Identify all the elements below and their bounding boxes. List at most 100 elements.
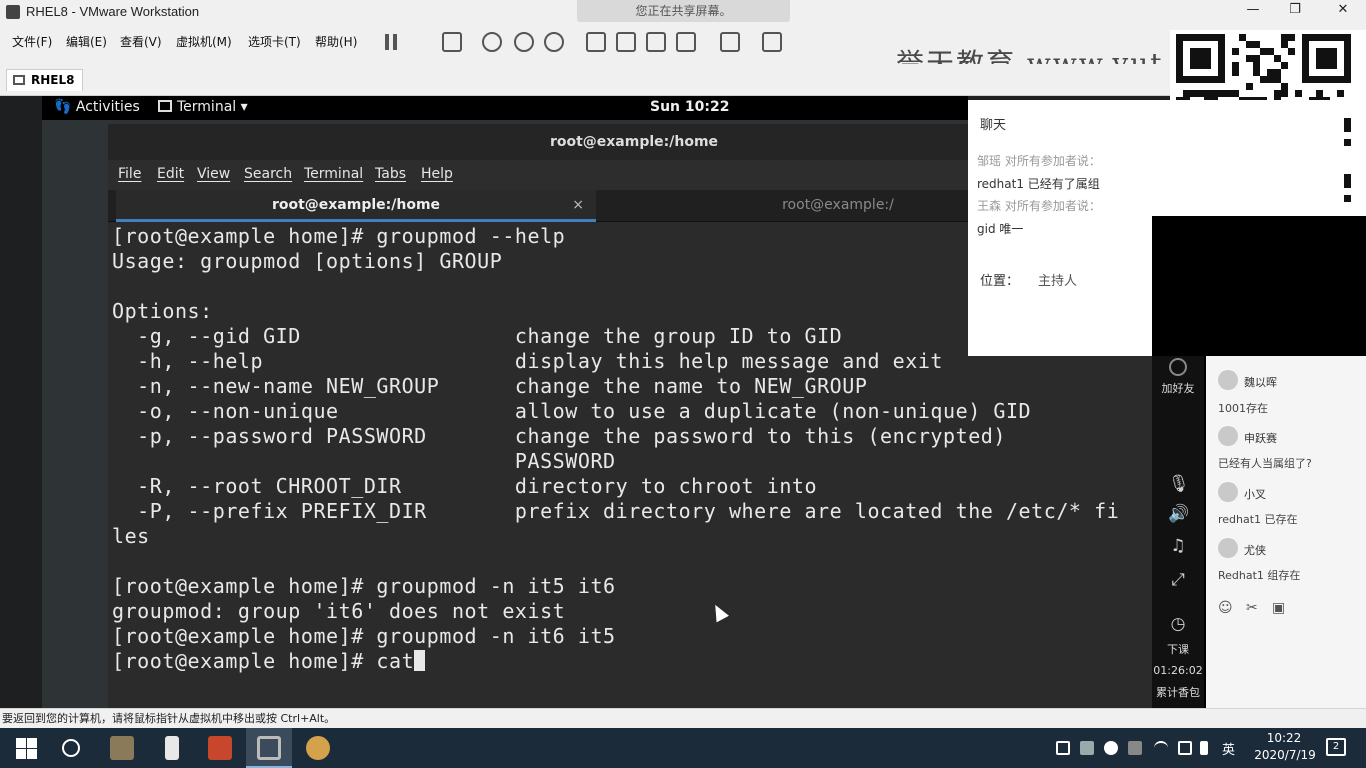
clock-icon: ◷ [1170,614,1186,634]
menu-file[interactable]: 文件(F) [12,33,52,50]
speaker-icon[interactable]: 🔊 [1168,504,1189,524]
input-method-indicator[interactable]: 英 [1222,739,1235,758]
activities-button[interactable]: 👣 Activities [54,99,140,115]
unity-icon[interactable] [676,32,696,52]
status-hint: 要返回到您的计算机，请将鼠标指针从虚拟机中移出或按 Ctrl+Alt。 [2,712,336,725]
terminal-menu-view[interactable]: View [197,166,230,182]
comment-text: 1001存在 [1218,402,1268,415]
gnome-clock[interactable]: Sun 10:22 [650,99,729,115]
emoji-icon[interactable]: ☺ [1218,600,1233,616]
terminal-menu-file[interactable]: File [118,166,141,182]
snapshot-manager-icon[interactable] [544,32,564,52]
app-menu-label: Terminal ▾ [177,99,248,115]
app-icon-1[interactable] [110,736,134,760]
vm-tab-label: RHEL8 [31,73,75,87]
fit-guest-icon[interactable] [646,32,666,52]
send-keys-icon[interactable] [442,32,462,52]
revert-snapshot-icon[interactable] [514,32,534,52]
terminal-tab-label: root@example:/home [271,197,441,213]
terminal-menu-help[interactable]: Help [421,166,453,182]
document-icon[interactable] [165,736,179,760]
snapshot-icon[interactable] [482,32,502,52]
comment-text: Redhat1 组存在 [1218,569,1301,582]
wifi-icon[interactable] [1154,741,1168,755]
volume-icon[interactable] [1200,741,1208,755]
minimize-button[interactable]: — [1244,2,1262,20]
terminal-line: [root@example home]# groupmod -n it6 it5 [112,624,616,648]
app-menu-terminal[interactable]: Terminal ▾ [158,99,248,115]
tray-icon[interactable] [1080,741,1094,755]
live-controls-column: 加好友 🎙 🔊 ♫ ⤢ ◷ 下课 01:26:02 累计香包 [1152,356,1204,708]
gnome-topbar: 👣 Activities Terminal ▾ Sun 10:22 [42,96,968,120]
fullscreen-icon[interactable]: ⤢ [1168,570,1188,590]
powerpoint-icon[interactable] [208,736,232,760]
sidebar-toggle-icon[interactable] [586,32,606,52]
windows-taskbar: 英 10:22 2020/7/19 2 [0,728,1366,768]
position-select[interactable]: 主持人 [1038,270,1077,289]
comment-author: 魏以晖 [1244,376,1277,389]
menu-tabs[interactable]: 选项卡(T) [248,33,301,50]
close-button[interactable]: ✕ [1334,2,1352,20]
terminal-line: -o, --non-unique allow to use a duplicat… [112,399,1032,423]
paint-icon[interactable] [306,736,330,760]
vmware-tabbar: RHEL8 [0,64,1366,96]
microphone-icon[interactable]: 🎙 [1168,474,1190,494]
fullscreen-icon[interactable] [762,32,782,52]
vmware-taskbar-icon[interactable] [257,736,281,760]
terminal-line: -P, --prefix PREFIX_DIR prefix directory… [112,499,1120,523]
vm-tab-rhel8[interactable]: RHEL8 [6,69,84,91]
search-icon[interactable] [62,739,80,757]
console-icon[interactable] [720,32,740,52]
terminal-prompt-line[interactable]: [root@example home]# cat [112,649,1160,674]
terminal-tab-home[interactable]: root@example:/home × [116,190,596,222]
vmware-window-title: RHEL8 - VMware Workstation [26,4,200,19]
terminal-prompt-text: [root@example home]# cat [112,649,415,673]
pause-icon[interactable] [382,32,402,52]
tray-icon[interactable] [1104,741,1118,755]
tray-icon[interactable] [1128,741,1142,755]
notification-icon[interactable]: 2 [1326,738,1346,756]
windows-start-icon[interactable] [14,736,38,760]
terminal-menu-search[interactable]: Search [244,166,292,182]
chat-message: gid 唯一 [977,222,1024,236]
terminal-app-icon [158,100,172,112]
terminal-line: les [112,524,150,548]
scissors-icon[interactable]: ✂ [1246,600,1258,616]
taskbar-time[interactable]: 10:22 [1262,731,1306,745]
image-icon[interactable]: ▣ [1272,600,1285,616]
screen-share-banner[interactable]: 您正在共享屏幕。 [577,0,790,22]
music-icon[interactable]: ♫ [1168,536,1188,556]
comment-text: 已经有人当属组了? [1218,457,1312,470]
close-tab-icon[interactable]: × [572,190,584,220]
chat-title: 聊天 [980,118,1007,133]
avatar [1218,538,1238,558]
follow-label[interactable]: 加好友 [1152,380,1204,396]
gift-counter[interactable]: 累计香包 [1152,684,1204,700]
terminal-menu-terminal[interactable]: Terminal [304,166,363,182]
comment-author: 尤侠 [1244,544,1266,557]
follow-icon[interactable] [1169,358,1187,376]
terminal-tab-label: root@example:/ [782,197,894,213]
terminal-line: groupmod: group 'it6' does not exist [112,599,566,623]
menu-help[interactable]: 帮助(H) [315,33,357,50]
vmware-statusbar: 要返回到您的计算机，请将鼠标指针从虚拟机中移出或按 Ctrl+Alt。 [0,708,1366,728]
tray-icon[interactable] [1056,741,1070,755]
terminal-line: -n, --new-name NEW_GROUP change the name… [112,374,868,398]
menu-edit[interactable]: 编辑(E) [66,33,107,50]
class-end-button[interactable]: 下课 [1152,641,1204,657]
battery-icon[interactable] [1178,741,1192,755]
terminal-menu-edit[interactable]: Edit [157,166,184,182]
library-icon[interactable] [616,32,636,52]
chat-message: 邹瑶 对所有参加者说： [977,154,1101,168]
comments-list: 魏以晖 1001存在 申跃赛 已经有人当属组了? 小叉 redhat1 已存在 … [1206,356,1366,708]
taskbar-date[interactable]: 2020/7/19 [1250,748,1320,762]
terminal-line: -p, --password PASSWORD change the passw… [112,424,1006,448]
terminal-menu-tabs[interactable]: Tabs [375,166,406,182]
menu-vm[interactable]: 虚拟机(M) [176,33,232,50]
maximize-button[interactable]: ❐ [1286,2,1304,20]
menu-view[interactable]: 查看(V) [120,33,162,50]
avatar [1218,482,1238,502]
comment-author: 申跃赛 [1244,432,1277,445]
chat-message: 王森 对所有参加者说： [977,199,1101,213]
